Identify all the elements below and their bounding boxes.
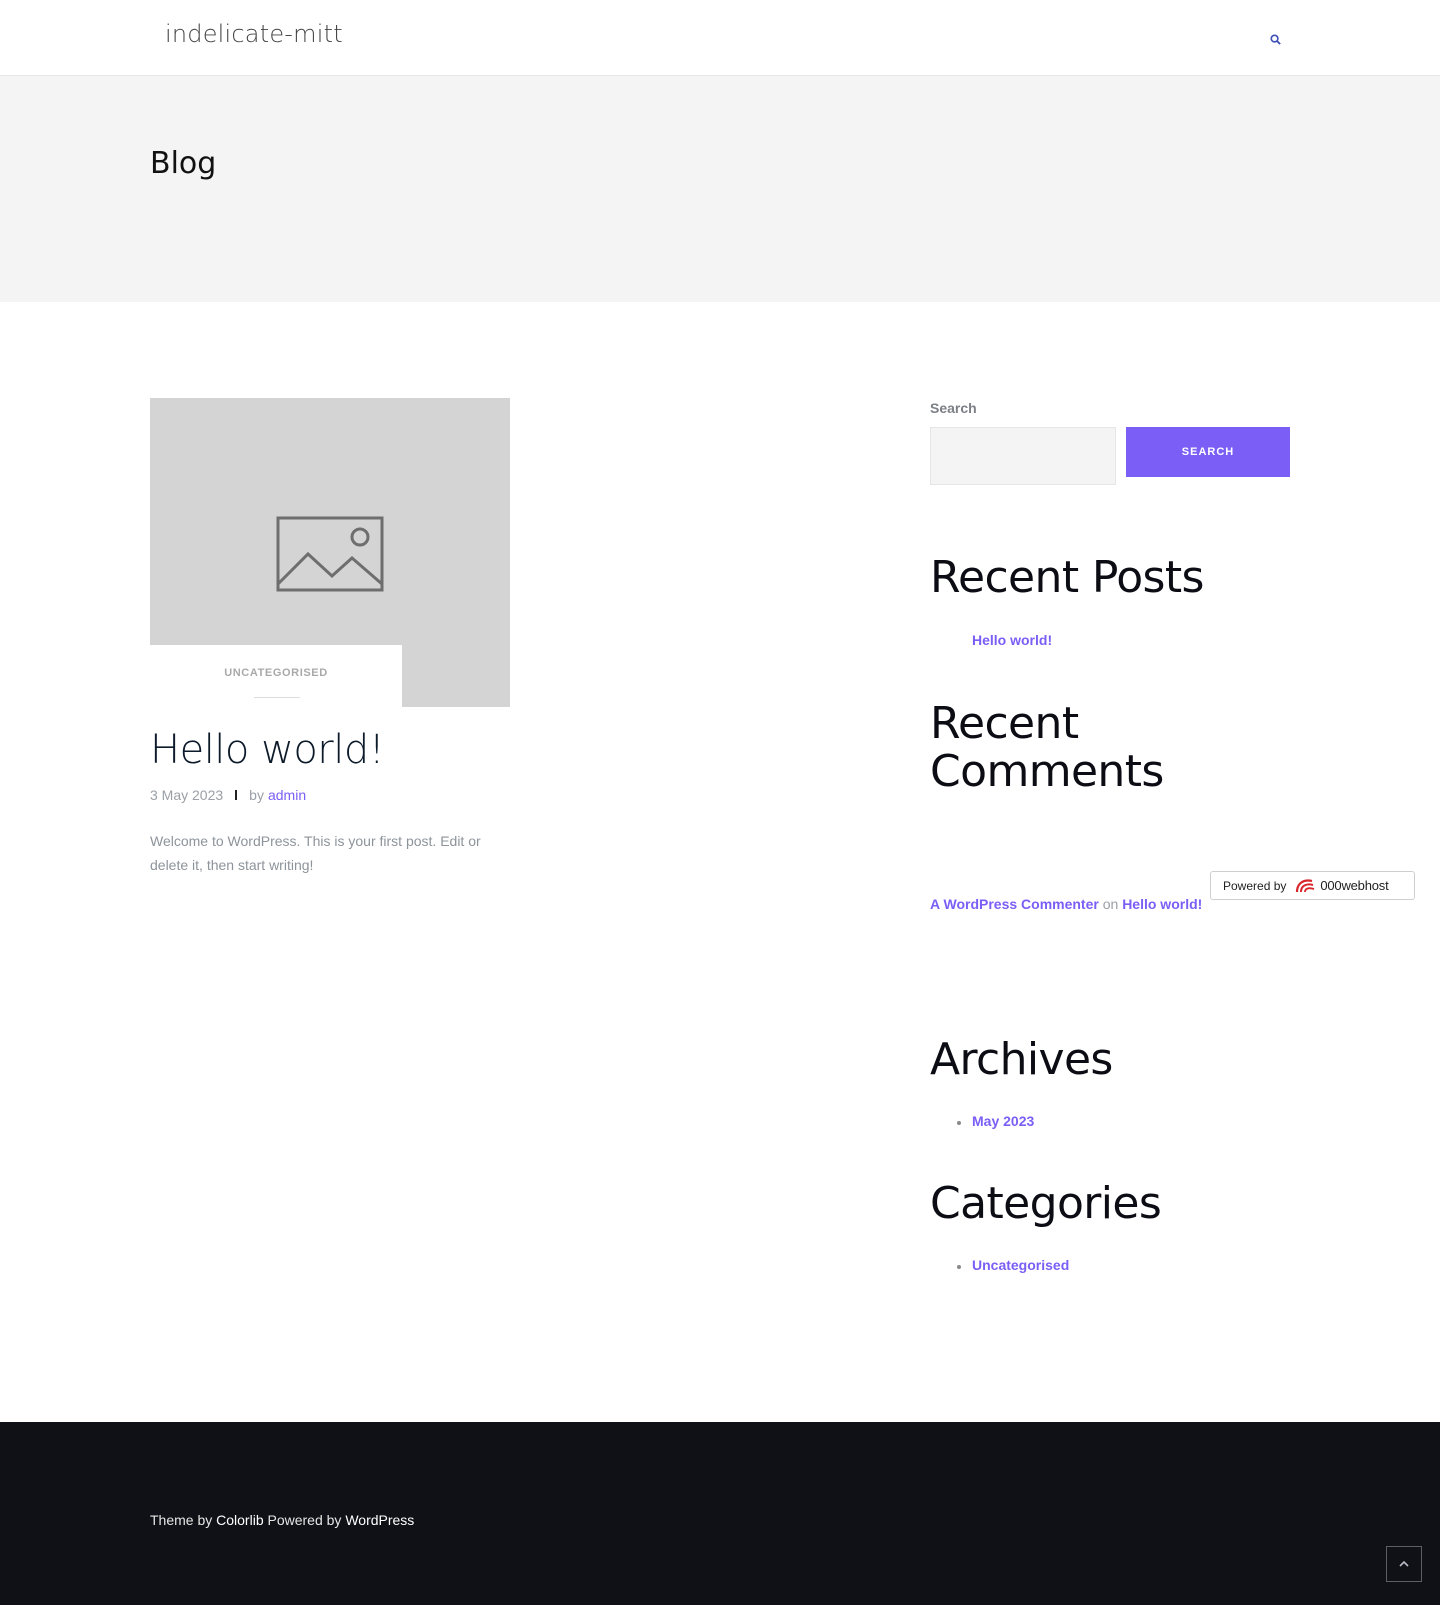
category-tab: UNCATEGORISED [150, 645, 402, 707]
badge-powered-label: Powered by [1223, 878, 1287, 893]
search-form: SEARCH [930, 427, 1290, 485]
archive-bullet [957, 1121, 961, 1125]
sidebar-category-link[interactable]: Uncategorised [972, 1257, 1069, 1273]
000webhost-logo-icon [1294, 877, 1316, 895]
colorlib-link[interactable]: Colorlib [216, 1512, 263, 1528]
post-card: UNCATEGORISED Hello world! 3 May 2023 by… [150, 398, 510, 877]
back-to-top-button[interactable] [1386, 1546, 1422, 1582]
footer-theme-label: Theme by [150, 1512, 213, 1528]
post-author-link[interactable]: admin [268, 787, 306, 803]
site-header: indelicate-mitt [0, 0, 1440, 76]
footer-powered-label: Powered by [267, 1512, 342, 1528]
wordpress-link[interactable]: WordPress [345, 1512, 414, 1528]
comment-post-link[interactable]: Hello world! [1122, 896, 1202, 912]
image-placeholder-icon [276, 516, 384, 597]
badge-brand: 000webhost [1320, 878, 1389, 893]
comment-on-label: on [1102, 896, 1119, 912]
page-title: Blog [150, 146, 217, 181]
powered-by-badge[interactable]: Powered by 000webhost [1210, 871, 1415, 900]
meta-separator [235, 790, 238, 800]
footer-credits: Theme by Colorlib Powered by WordPress [150, 1512, 414, 1528]
sidebar: Search SEARCH Recent Posts Hello world! … [930, 400, 1290, 1273]
archive-link[interactable]: May 2023 [972, 1113, 1034, 1129]
page-header-band: Blog [0, 76, 1440, 302]
archives-title: Archives [930, 1034, 1113, 1085]
search-input[interactable] [930, 427, 1116, 485]
category-bullet [957, 1265, 961, 1269]
recent-posts-title: Recent Posts [930, 552, 1204, 603]
category-divider [254, 697, 300, 698]
recent-post-link[interactable]: Hello world! [972, 632, 1052, 648]
search-label: Search [930, 400, 977, 416]
categories-title: Categories [930, 1178, 1162, 1229]
search-icon[interactable] [1264, 28, 1286, 50]
post-by-label: by [249, 787, 264, 803]
site-footer: Theme by Colorlib Powered by WordPress [0, 1422, 1440, 1605]
post-excerpt: Welcome to WordPress. This is your first… [150, 833, 481, 873]
post-thumbnail[interactable]: UNCATEGORISED [150, 398, 510, 707]
recent-comment-item: A WordPress Commenter on Hello world! [930, 896, 1202, 912]
site-title-link[interactable]: indelicate-mitt [165, 20, 343, 48]
post-meta: 3 May 2023 by admin [150, 787, 510, 803]
post-title[interactable]: Hello world! [150, 727, 510, 773]
category-link[interactable]: UNCATEGORISED [224, 667, 328, 679]
comment-author-link[interactable]: A WordPress Commenter [930, 896, 1099, 912]
post-date[interactable]: 3 May 2023 [150, 787, 223, 803]
search-button[interactable]: SEARCH [1126, 427, 1290, 477]
chevron-up-icon [1399, 1560, 1409, 1567]
recent-comments-title: Recent Comments [930, 698, 1164, 797]
